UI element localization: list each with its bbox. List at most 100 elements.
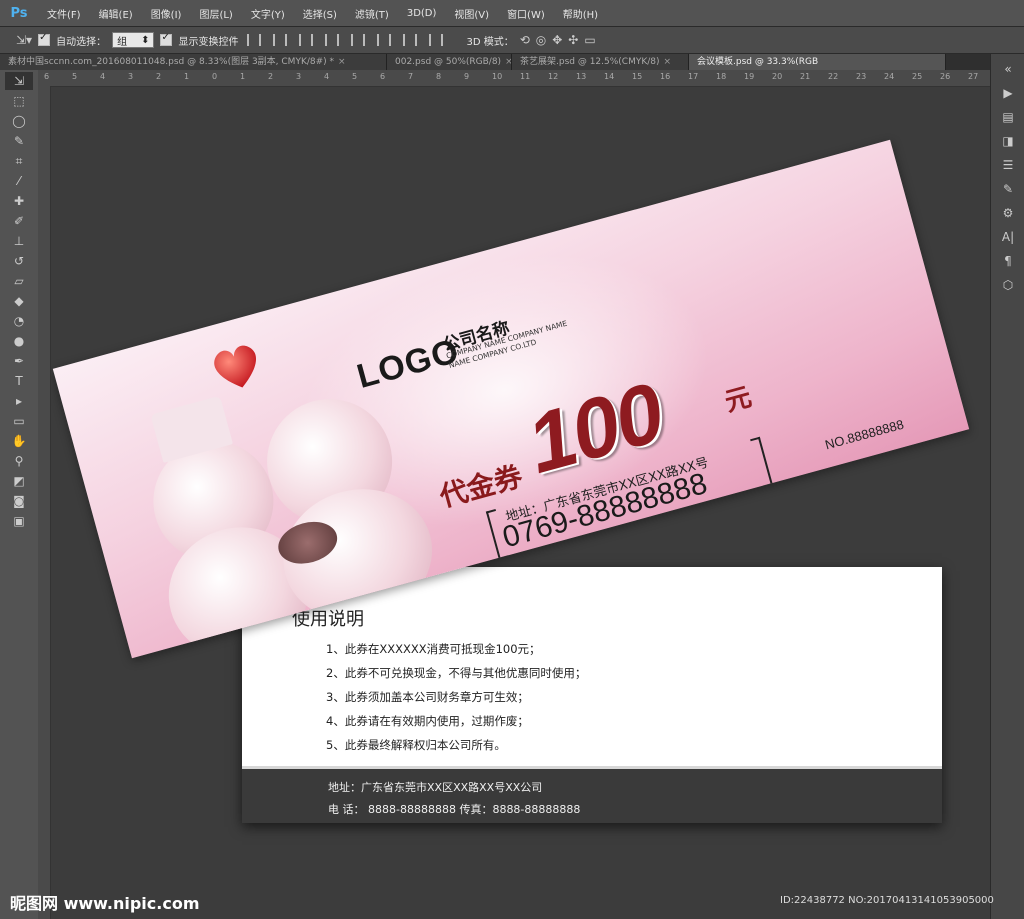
voucher-back: 使用说明 1、此券在XXXXXX消费可抵现金100元； 2、此券不可兑换现金，不… [242,567,942,823]
ruler-tick-label: 25 [912,72,923,81]
type-tool-icon[interactable]: T [5,372,33,390]
menu-3d[interactable]: 3D(D) [398,8,446,19]
settings-icon[interactable]: ⚙ [999,206,1017,222]
align-bottom-icon[interactable] [377,34,392,46]
menu-filter[interactable]: 滤镜(T) [346,6,398,21]
footer-address: 地址：广东省东莞市XX区XX路XX号XX公司 [328,781,543,794]
pen-tool-icon[interactable]: ✒ [5,352,33,370]
move-tool-icon[interactable]: ⇲ [5,72,33,90]
auto-select-dropdown[interactable]: 组 ⬍ [112,32,155,48]
document-canvas[interactable]: 使用说明 1、此券在XXXXXX消费可抵现金100元； 2、此券不可兑换现金，不… [51,87,990,919]
show-transform-checkbox[interactable] [160,32,173,46]
adjustments-icon[interactable]: ◨ [999,134,1017,150]
auto-select-checkbox[interactable] [38,32,51,46]
tab-document-3[interactable]: 茶艺展架.psd @ 12.5%(CMYK/8) × [512,54,689,70]
menu-image[interactable]: 图像(I) [142,6,191,21]
history-icon[interactable]: ▤ [999,110,1017,126]
chevron-down-icon: ⬍ [141,34,150,46]
list-item: 3、此券须加盖本公司财务章方可生效； [326,690,529,704]
ruler-tick-label: 1 [240,72,246,81]
close-icon[interactable]: × [505,57,511,67]
align-center-icon[interactable] [273,34,288,46]
3d-icon[interactable]: ⬡ [999,278,1017,294]
healing-tool-icon[interactable]: ✚ [5,192,33,210]
menu-edit[interactable]: 编辑(E) [90,6,142,21]
hand-tool-icon[interactable]: ✋ [5,432,33,450]
ruler-tick-label: 12 [548,72,559,81]
stamp-tool-icon[interactable]: ⊥ [5,232,33,250]
color-swatch-icon[interactable]: ◩ [5,472,33,490]
tab-document-1[interactable]: 素材中国sccnn.com_20160801104​8.psd @ 8.33%(… [0,54,387,70]
menu-layer[interactable]: 图层(L) [190,6,241,21]
eyedropper-tool-icon[interactable]: ⁄ [5,172,33,190]
align-middle-icon[interactable] [351,34,366,46]
menu-help[interactable]: 帮助(H) [554,6,607,21]
bucket-tool-icon[interactable]: ◆ [5,292,33,310]
screen-mode-icon[interactable]: ▣ [5,512,33,530]
ruler-tick-label: 20 [772,72,783,81]
align-right-icon[interactable] [299,34,314,46]
brush-icon[interactable]: ✎ [999,182,1017,198]
collapse-icon[interactable]: « [999,62,1017,78]
path-select-icon[interactable]: ▸ [5,392,33,410]
tab-label: 茶艺展架.psd @ 12.5%(CMYK/8) [520,57,660,67]
instructions-list: 1、此券在XXXXXX消费可抵现金100元； 2、此券不可兑换现金，不得与其他优… [326,637,586,757]
photoshop-logo[interactable]: Ps [6,2,32,24]
ruler-tick-label: 19 [744,72,755,81]
ruler-tick-label: 4 [100,72,106,81]
watermark-site: 昵图网 www.nipic.com [10,894,200,913]
lasso-tool-icon[interactable]: ◯ [5,112,33,130]
align-left-icon[interactable] [247,34,262,46]
ruler-tick-label: 2 [268,72,274,81]
crop-tool-icon[interactable]: ⌗ [5,152,33,170]
tab-document-2[interactable]: 002.psd @ 50%(RGB/8) × [387,54,512,70]
options-bar: ⇲▾ 自动选择： 组 ⬍ 显示变换控件 3D 模式： ⟲◎✥✣▭ [0,27,1024,54]
shape-tool-icon[interactable]: ▭ [5,412,33,430]
paragraph-icon[interactable]: ¶ [999,254,1017,270]
marquee-tool-icon[interactable]: ⬚ [5,92,33,110]
history-brush-icon[interactable]: ↺ [5,252,33,270]
ruler-tick-label: 11 [520,72,531,81]
ruler-tick-label: 26 [940,72,951,81]
ruler-tick-label: 23 [856,72,867,81]
list-item: 4、此券请在有效期内使用，过期作废； [326,714,529,728]
ruler-tick-label: 6 [44,72,50,81]
layers-icon[interactable]: ☰ [999,158,1017,174]
ruler-tick-label: 21 [800,72,811,81]
heart-icon [214,345,256,388]
tab-label: 会议模板.psd @ 33.3%(RGB [697,57,819,67]
watermark-id: ID:22438772 NO:20170413141053905000 [780,895,994,906]
character-icon[interactable]: A| [999,230,1017,246]
blur-tool-icon[interactable]: ◔ [5,312,33,330]
ruler-tick-label: 2 [156,72,162,81]
close-icon[interactable]: × [338,57,346,67]
list-item: 2、此券不可兑换现金，不得与其他优惠同时使用； [326,666,587,680]
menu-file[interactable]: 文件(F) [38,6,90,21]
3d-mode-icons[interactable]: ⟲◎✥✣▭ [520,33,602,47]
menu-window[interactable]: 窗口(W) [498,6,554,21]
align-top-icon[interactable] [325,34,340,46]
move-tool-icon[interactable]: ⇲▾ [16,33,32,47]
tab-document-4[interactable]: 会议模板.psd @ 33.3%(RGB [689,54,946,70]
dodge-tool-icon[interactable]: ● [5,332,33,350]
ruler-tick-label: 4 [324,72,330,81]
list-item: 5、此券最终解释权归本公司所有。 [326,738,506,752]
tab-label: 素材中国sccnn.com_20160801104​8.psd @ 8.33%(… [8,57,335,67]
menu-bar: Ps 文件(F) 编辑(E) 图像(I) 图层(L) 文字(Y) 选择(S) 滤… [0,0,1024,27]
zoom-tool-icon[interactable]: ⚲ [5,452,33,470]
close-icon[interactable]: × [664,57,672,67]
ruler-left [38,86,51,919]
ruler-tick-label: 10 [492,72,503,81]
ruler-tick-label: 7 [408,72,414,81]
menu-select[interactable]: 选择(S) [294,6,346,21]
quick-mask-icon[interactable]: ◙ [5,492,33,510]
menu-view[interactable]: 视图(V) [445,6,498,21]
distribute-h-icon[interactable] [429,34,444,46]
mode-3d-label: 3D 模式： [466,36,514,48]
play-icon[interactable]: ▶ [999,86,1017,102]
quick-select-tool-icon[interactable]: ✎ [5,132,33,150]
menu-type[interactable]: 文字(Y) [242,6,294,21]
brush-tool-icon[interactable]: ✐ [5,212,33,230]
eraser-tool-icon[interactable]: ▱ [5,272,33,290]
distribute-icon[interactable] [403,34,418,46]
